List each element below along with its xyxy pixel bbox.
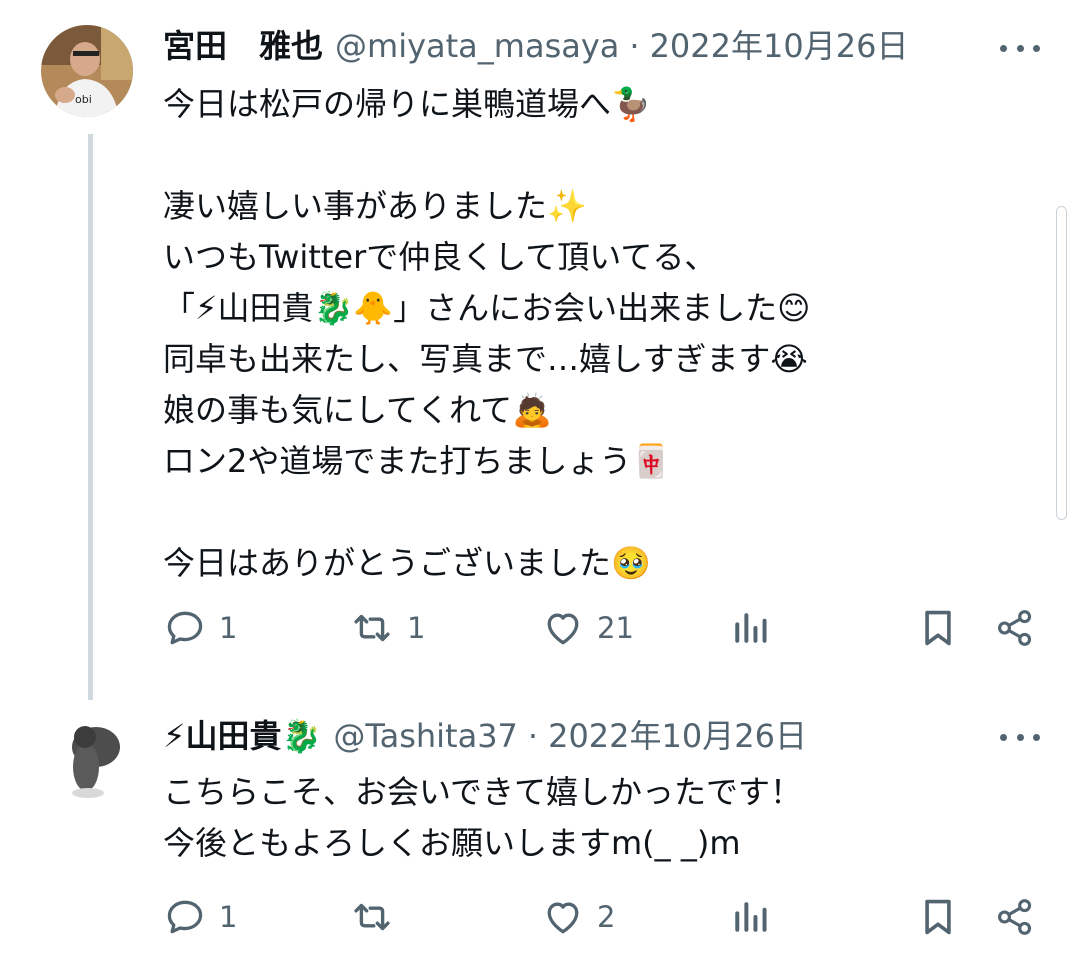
tweet-header: 宮田 雅也 @miyata_masaya · 2022年10月26日 [163, 26, 908, 66]
tweet-text: こちらこそ、お会いできて嬉しかったです！ 今後ともよろしくお願いしますm(_ _… [163, 767, 802, 869]
author-handle[interactable]: @Tashita37 [333, 716, 518, 756]
views-button[interactable] [730, 606, 770, 650]
retweet-arrows-icon [354, 614, 390, 642]
tweet-date[interactable]: 2022年10月26日 [548, 716, 807, 756]
tweet-line: いつもTwitterで仲良くして頂いてる、 [163, 238, 717, 276]
reply-count: 1 [219, 900, 238, 934]
tweet-line: 今日はありがとうございました🥹 [163, 544, 651, 582]
avatar-photo [42, 709, 134, 801]
bookmark-icon [925, 899, 951, 935]
reply-button[interactable]: 1 [163, 606, 237, 650]
avatar-photo: obi [41, 25, 133, 117]
tweet-line: 凄い嬉しい事がありました✨ [163, 187, 587, 225]
tweet-line: 同卓も出来たし、写真まで…嬉しすぎます😭 [163, 340, 808, 378]
like-button[interactable]: 2 [541, 895, 615, 939]
heart-icon [547, 613, 579, 645]
more-dots-icon[interactable] [1000, 33, 1040, 63]
tweet-line: 「⚡山田貴🐉🐥」さんにお会い出来ました😊 [163, 289, 811, 327]
tweet-line [163, 130, 811, 181]
share-icon [998, 899, 1032, 935]
scrollbar[interactable] [1056, 206, 1067, 520]
retweet-arrows-icon [354, 903, 390, 931]
tweet-line: 今日は松戸の帰りに巣鴨道場へ🦆 [163, 85, 651, 123]
like-button[interactable]: 21 [541, 606, 634, 650]
share-icon [998, 610, 1032, 646]
bookmark-button[interactable] [918, 606, 958, 650]
tweet-header: ⚡山田貴🐉 @Tashita37 · 2022年10月26日 [163, 716, 807, 756]
share-button[interactable] [994, 606, 1036, 650]
views-button[interactable] [730, 895, 770, 939]
retweet-count: 1 [407, 611, 426, 645]
tweet-actions: 1 2 [0, 895, 1080, 945]
tweet-line: 娘の事も気にしてくれて🙇 [163, 391, 552, 429]
bookmark-icon [925, 610, 951, 646]
speech-bubble-icon [167, 900, 203, 934]
tweet-line [163, 487, 811, 538]
more-dots-icon[interactable] [1000, 722, 1040, 752]
avatar[interactable]: obi [41, 25, 133, 117]
bookmark-button[interactable] [918, 895, 958, 939]
like-count: 21 [597, 611, 634, 645]
tweet-line: こちらこそ、お会いできて嬉しかったです！ [163, 773, 803, 811]
tweet-line: ロン2や道場でまた打ちましょう🀄 [163, 442, 672, 480]
retweet-button[interactable]: 1 [349, 606, 425, 650]
bar-chart-icon [735, 613, 767, 643]
reply-button[interactable]: 1 [163, 895, 237, 939]
svg-text:obi: obi [75, 93, 92, 106]
avatar[interactable] [42, 709, 134, 801]
retweet-button[interactable] [349, 895, 407, 939]
tweet-actions: 1 1 21 [0, 606, 1080, 656]
author-name[interactable]: ⚡山田貴🐉 [163, 716, 321, 756]
separator-dot: · [629, 27, 640, 65]
tweet-line: 今後ともよろしくお願いしますm(_ _)m [163, 824, 741, 862]
author-name[interactable]: 宮田 雅也 [163, 26, 323, 66]
tweet-date[interactable]: 2022年10月26日 [650, 26, 909, 66]
tweet-text: 今日は松戸の帰りに巣鴨道場へ🦆 凄い嬉しい事がありました✨ いつもTwitter… [163, 79, 811, 589]
bar-chart-icon [735, 902, 767, 932]
reply-count: 1 [219, 611, 238, 645]
author-handle[interactable]: @miyata_masaya [335, 26, 619, 66]
speech-bubble-icon [167, 611, 203, 645]
separator-dot: · [527, 717, 539, 755]
like-count: 2 [597, 900, 616, 934]
share-button[interactable] [994, 895, 1036, 939]
heart-icon [547, 902, 579, 934]
